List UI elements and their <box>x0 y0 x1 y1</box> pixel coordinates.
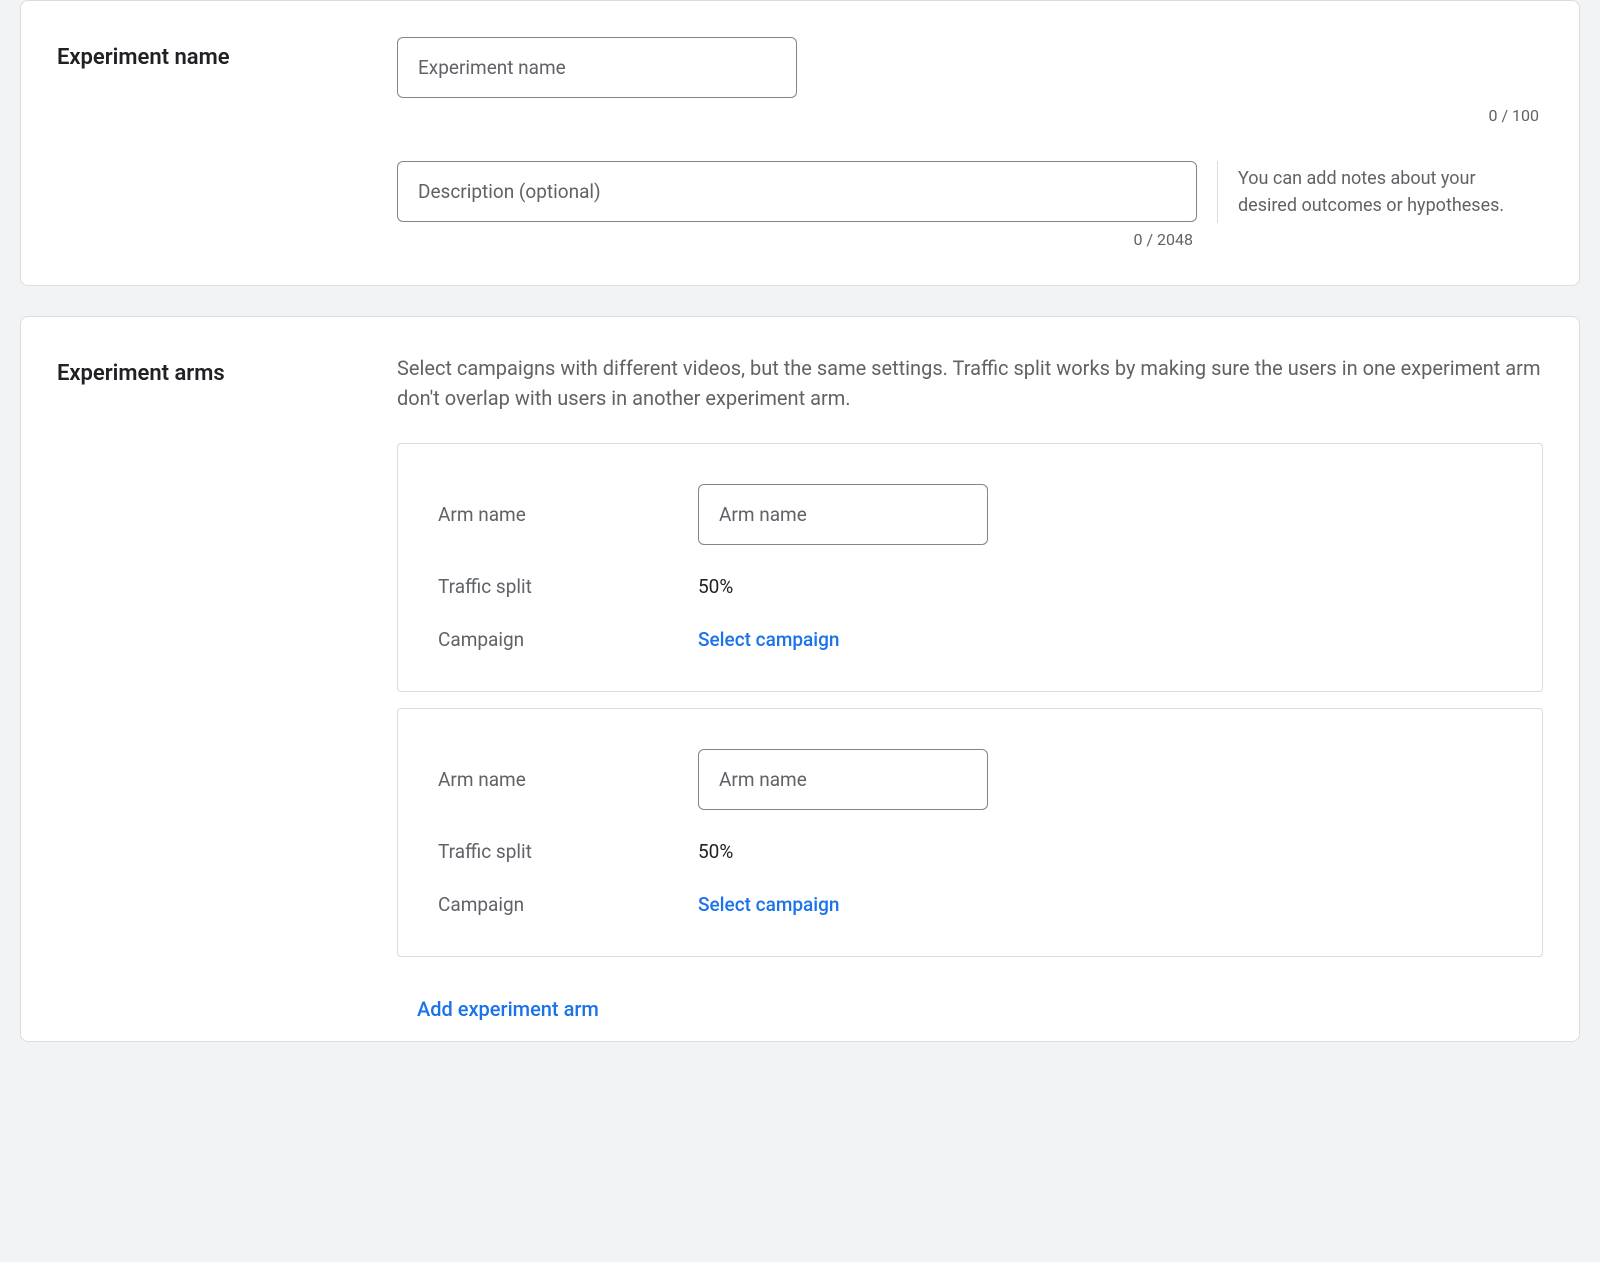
experiment-arm-box: Arm name Traffic split 50% Campaign Sele… <box>397 708 1543 957</box>
select-campaign-button[interactable]: Select campaign <box>698 628 840 651</box>
traffic-split-label: Traffic split <box>438 840 698 863</box>
experiment-name-label: Experiment name <box>57 37 397 70</box>
experiment-arm-box: Arm name Traffic split 50% Campaign Sele… <box>397 443 1543 692</box>
experiment-arms-card: Experiment arms Select campaigns with di… <box>20 316 1580 1042</box>
select-campaign-button[interactable]: Select campaign <box>698 893 840 916</box>
experiment-arms-label: Experiment arms <box>57 353 397 386</box>
traffic-split-value: 50% <box>698 575 733 598</box>
add-experiment-arm-button[interactable]: Add experiment arm <box>417 997 599 1021</box>
traffic-split-value: 50% <box>698 840 733 863</box>
arm-name-input[interactable] <box>698 749 988 810</box>
experiment-name-input[interactable] <box>397 37 797 98</box>
campaign-label: Campaign <box>438 893 698 916</box>
traffic-split-label: Traffic split <box>438 575 698 598</box>
experiment-name-card: Experiment name 0 / 100 0 / 2048 You can… <box>20 0 1580 286</box>
arm-name-input[interactable] <box>698 484 988 545</box>
name-char-counter: 0 / 100 <box>397 106 1543 125</box>
experiment-arms-intro: Select campaigns with different videos, … <box>397 353 1543 413</box>
description-input[interactable] <box>397 161 1197 222</box>
description-char-counter: 0 / 2048 <box>397 230 1197 249</box>
description-helper-text: You can add notes about your desired out… <box>1217 161 1537 223</box>
arm-name-label: Arm name <box>438 768 698 791</box>
campaign-label: Campaign <box>438 628 698 651</box>
arm-name-label: Arm name <box>438 503 698 526</box>
